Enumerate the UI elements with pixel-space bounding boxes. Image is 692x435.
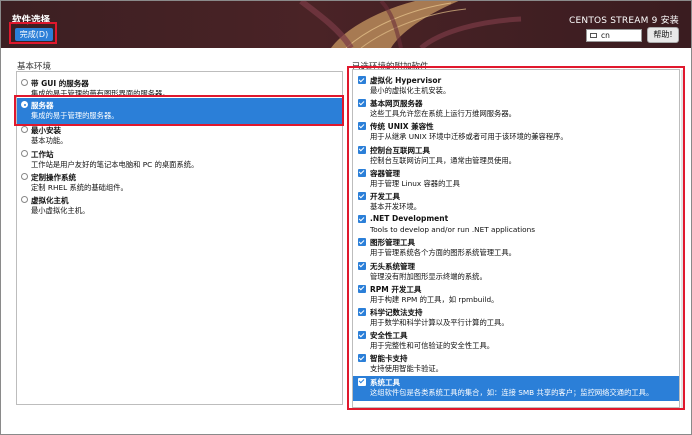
keyboard-icon xyxy=(590,33,597,38)
addon-description: 用于数学和科学计算以及平行计算的工具。 xyxy=(370,318,509,327)
addon-description: 用于管理系统各个方面的图形系统管理工具。 xyxy=(370,248,516,258)
addon-description: 用于构建 RPM 的工具，如 rpmbuild。 xyxy=(370,294,499,304)
addon-option[interactable]: 系统工具 这组软件包是各类系统工具的集合，如：连接 SMB 共享的客户；监控网络交… xyxy=(353,375,679,401)
addon-option[interactable]: 控制台互联网工具 控制台互联网访问工具，通常由管理员使用。 xyxy=(353,144,679,167)
environment-name: 带 GUI 的服务器 xyxy=(31,79,89,88)
addon-name: 科学记数法支持 xyxy=(370,308,423,317)
addon-option[interactable]: 基本网页服务器 这些工具允许您在系统上运行万维网服务器。 xyxy=(353,97,679,120)
environment-description: 基本功能。 xyxy=(31,136,68,145)
addon-option[interactable]: .NET Development Tools to develop and/or … xyxy=(353,213,679,236)
environment-description: 工作站是用户友好的笔记本电脑和 PC 的桌面系统。 xyxy=(31,160,199,169)
addon-description: 控制台互联网访问工具，通常由管理员使用。 xyxy=(370,155,516,165)
checkbox-checked-icon[interactable] xyxy=(358,377,366,386)
checkbox-checked-icon[interactable] xyxy=(358,215,366,224)
addon-description: 支持使用智能卡验证。 xyxy=(370,364,443,374)
addon-description: 这组软件包是各类系统工具的集合，如：连接 SMB 共享的客户；监控网络交通的工具… xyxy=(370,387,654,397)
radio-button[interactable] xyxy=(21,173,28,180)
checkbox-checked-icon[interactable] xyxy=(358,308,366,316)
environment-name: 虚拟化主机 xyxy=(31,196,69,205)
radio-button[interactable] xyxy=(21,126,28,133)
addon-name: 无头系统管理 xyxy=(370,261,415,271)
addon-description: 用于管理 Linux 容器的工具 xyxy=(370,178,460,188)
checkbox-checked-icon[interactable] xyxy=(358,76,366,84)
addon-option[interactable]: 虚拟化 Hypervisor 最小的虚拟化主机安装。 xyxy=(353,74,679,97)
header-banner: 软件选择 完成(D) CENTOS STREAM 9 安装 cn 帮助! xyxy=(1,1,691,48)
checkbox-checked-icon[interactable] xyxy=(358,261,366,270)
checkbox-checked-icon[interactable] xyxy=(358,192,366,200)
addon-name: 容器管理 xyxy=(370,168,400,178)
addon-option[interactable]: 科学记数法支持 用于数学和科学计算以及平行计算的工具。 xyxy=(353,306,679,329)
environment-option[interactable]: 虚拟化主机 最小虚拟化主机。 xyxy=(17,193,342,221)
environment-name: 服务器 xyxy=(31,101,54,110)
radio-button[interactable] xyxy=(21,101,28,108)
environment-name: 工作站 xyxy=(31,150,54,159)
addon-name: 开发工具 xyxy=(370,192,400,201)
radio-button[interactable] xyxy=(21,150,28,157)
addon-name: 基本网页服务器 xyxy=(370,99,423,109)
addon-option[interactable]: 传统 UNIX 兼容性 用于从继承 UNIX 环境中迁移或者可用于该环境的兼容程序… xyxy=(353,120,679,143)
addon-description: 用于完整性和可信验证的安全性工具。 xyxy=(370,341,495,351)
addon-description: Tools to develop and/or run .NET applica… xyxy=(370,225,536,235)
addon-name: 图形管理工具 xyxy=(370,238,415,248)
product-title: CENTOS STREAM 9 安装 xyxy=(569,16,679,26)
environment-name: 定制操作系统 xyxy=(31,173,76,182)
addon-name: 系统工具 xyxy=(370,377,400,387)
addon-name: 控制台互联网工具 xyxy=(370,145,430,155)
addon-option[interactable]: RPM 开发工具 用于构建 RPM 的工具，如 rpmbuild。 xyxy=(353,283,679,306)
addon-description: 管理没有附加图形显示终端的系统。 xyxy=(370,271,487,281)
addon-name: RPM 开发工具 xyxy=(370,284,422,294)
addon-option[interactable]: 无头系统管理 管理没有附加图形显示终端的系统。 xyxy=(353,260,679,283)
checkbox-checked-icon[interactable] xyxy=(358,168,366,177)
addon-name: 智能卡支持 xyxy=(370,354,408,364)
checkbox-checked-icon[interactable] xyxy=(358,145,366,154)
addon-option[interactable]: 安全性工具 用于完整性和可信验证的安全性工具。 xyxy=(353,329,679,352)
addon-option[interactable]: 智能卡支持 支持使用智能卡验证。 xyxy=(353,352,679,375)
addon-name: 安全性工具 xyxy=(370,331,408,341)
addons-list: 虚拟化 Hypervisor 最小的虚拟化主机安装。 基本网页服务器 这些工具允许您在… xyxy=(352,69,680,408)
addon-description: 基本开发环境。 xyxy=(370,202,422,211)
environment-name: 最小安装 xyxy=(31,126,61,135)
help-button[interactable]: 帮助! xyxy=(647,27,679,43)
page-title: 软件选择 xyxy=(12,15,51,26)
radio-button[interactable] xyxy=(21,196,28,203)
checkbox-checked-icon[interactable] xyxy=(358,99,366,108)
done-button[interactable]: 完成(D) xyxy=(15,28,53,41)
checkbox-checked-icon[interactable] xyxy=(358,354,366,363)
environment-description: 定制 RHEL 系统的基础组件。 xyxy=(31,183,128,192)
keyboard-layout-indicator[interactable]: cn xyxy=(586,29,642,42)
addon-option[interactable]: 图形管理工具 用于管理系统各个方面的图形系统管理工具。 xyxy=(353,236,679,259)
addon-option[interactable]: 容器管理 用于管理 Linux 容器的工具 xyxy=(353,167,679,190)
addon-option[interactable]: 开发工具 基本开发环境。 xyxy=(353,190,679,213)
radio-button[interactable] xyxy=(21,79,28,86)
addon-description: 用于从继承 UNIX 环境中迁移或者可用于该环境的兼容程序。 xyxy=(370,132,568,142)
checkbox-checked-icon[interactable] xyxy=(358,331,366,340)
checkbox-checked-icon[interactable] xyxy=(358,238,366,247)
addon-name: .NET Development xyxy=(370,214,449,224)
addon-name: 传统 UNIX 兼容性 xyxy=(370,122,434,132)
addon-description: 最小的虚拟化主机安装。 xyxy=(370,86,451,95)
checkbox-checked-icon[interactable] xyxy=(358,284,366,293)
environment-description: 最小虚拟化主机。 xyxy=(31,206,90,215)
environment-description: 集成的易于管理的服务器。 xyxy=(31,111,119,120)
checkbox-checked-icon[interactable] xyxy=(358,122,366,131)
addon-name: 虚拟化 Hypervisor xyxy=(370,76,442,85)
addon-description: 这些工具允许您在系统上运行万维网服务器。 xyxy=(370,109,516,119)
keyboard-layout-label: cn xyxy=(601,31,610,40)
environment-option[interactable]: 服务器 集成的易于管理的服务器。 xyxy=(17,98,342,126)
addons-scrollbar[interactable] xyxy=(681,70,685,408)
base-environment-list: 带 GUI 的服务器 集成的易于管理的带有图形界面的服务器。 服务器 集成的易于管理的… xyxy=(16,71,343,405)
